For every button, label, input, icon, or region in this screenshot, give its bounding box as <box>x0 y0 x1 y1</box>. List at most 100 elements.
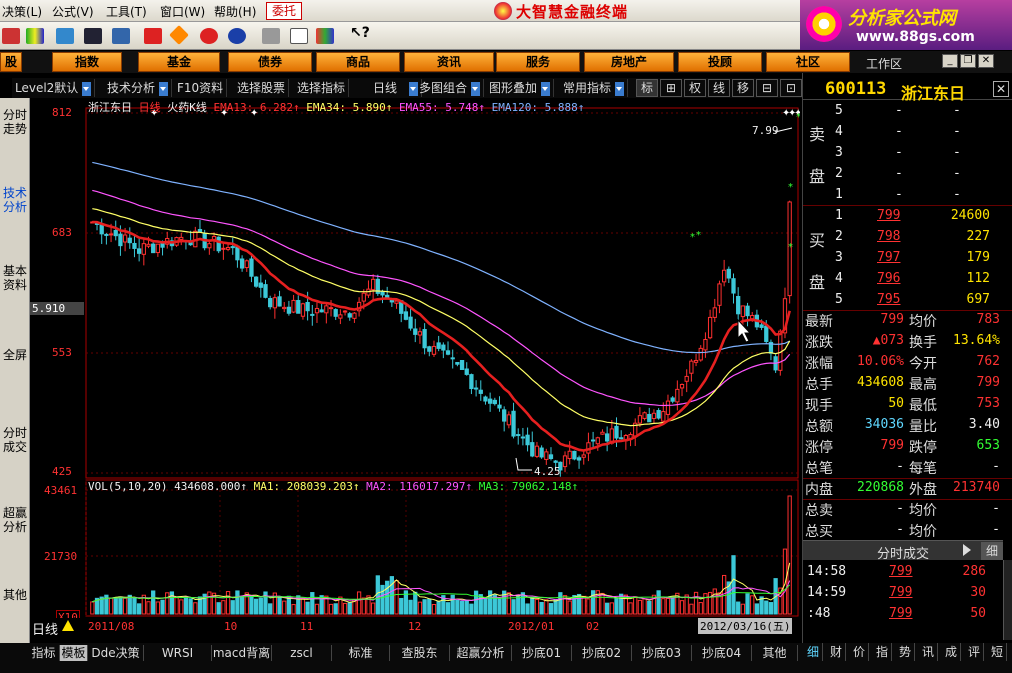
tab-other[interactable]: 其他 <box>2 588 28 602</box>
tab-service[interactable]: 服务 <box>496 52 580 72</box>
tab-dde[interactable]: Dde决策 <box>88 645 144 661</box>
tab-zscl[interactable]: zscl <box>272 645 332 661</box>
print-icon[interactable] <box>262 28 280 44</box>
tab-standard[interactable]: 标准 <box>332 645 390 661</box>
tick-scrollbar[interactable] <box>1003 560 1012 640</box>
menu-help[interactable]: 帮助(H) <box>214 3 256 20</box>
volume-header: VOL(5,10,20) 434608.000↑ MA1: 208039.203… <box>88 480 578 493</box>
tab-bottom03[interactable]: 抄底03 <box>632 645 692 661</box>
grid-button[interactable]: ⊞ <box>660 79 682 97</box>
common-indicator-button[interactable]: 常用指标 <box>560 79 629 97</box>
restore-icon[interactable]: ❐ <box>960 54 976 68</box>
menu-formula[interactable]: 公式(V) <box>52 3 94 20</box>
candle-body <box>352 312 357 319</box>
tab-tick-trades[interactable]: 分时成交 <box>2 426 28 454</box>
quote-tab[interactable]: 评 <box>965 643 984 661</box>
detail-button[interactable]: 细 <box>981 542 1003 560</box>
quote-tab[interactable]: 价 <box>850 643 869 661</box>
monitor-icon[interactable] <box>56 28 74 44</box>
quote-tab[interactable]: 短 <box>988 643 1007 661</box>
quote-tab[interactable]: 指 <box>873 643 892 661</box>
candle-body <box>483 396 488 402</box>
tab-news[interactable]: 资讯 <box>404 52 494 72</box>
link-red-icon[interactable] <box>200 28 218 44</box>
window-icon[interactable] <box>290 28 308 44</box>
dropdown-icon[interactable] <box>541 81 551 96</box>
play-arrow-icon[interactable] <box>963 544 971 556</box>
dropdown-icon[interactable] <box>615 81 625 96</box>
dropdown-icon[interactable] <box>471 81 481 96</box>
tab-stock[interactable]: 股 <box>0 52 22 72</box>
tab-other-bottom[interactable]: 其他 <box>752 645 798 661</box>
color-bars-icon[interactable] <box>26 28 44 44</box>
tab-bond[interactable]: 债券 <box>228 52 312 72</box>
sell-price: - <box>895 103 903 118</box>
tab-fullscreen[interactable]: 全屏 <box>2 348 28 362</box>
dropdown-icon[interactable] <box>82 81 92 96</box>
tab-fundamentals[interactable]: 基本资料 <box>2 264 28 292</box>
tab-super-analysis[interactable]: 超赢分析 <box>2 506 28 534</box>
tab-indicator[interactable]: 指标 <box>28 645 60 661</box>
rights-button[interactable]: 权 <box>684 79 706 97</box>
entrust-button[interactable]: 委托 <box>266 2 302 20</box>
volume-bar <box>754 603 760 615</box>
menu-decision[interactable]: 决策(L) <box>2 3 42 20</box>
link-blue-icon[interactable] <box>228 28 246 44</box>
red-flag-icon[interactable] <box>2 28 20 44</box>
close-icon[interactable]: ✕ <box>978 54 994 68</box>
warning-triangle-icon[interactable] <box>62 620 74 631</box>
candle-body <box>413 328 418 335</box>
tab-real-estate[interactable]: 房地产 <box>584 52 674 72</box>
chart-area[interactable]: ✦✦✦✦✦✦***** 812 683 553 425 5.910 43461 … <box>30 98 800 638</box>
binoculars-icon[interactable] <box>84 28 102 44</box>
tab-wrsi[interactable]: WRSI <box>144 645 212 661</box>
select-indicator-button[interactable]: 选择指标 <box>294 79 350 97</box>
tab-bottom02[interactable]: 抄底02 <box>572 645 632 661</box>
diamond-icon[interactable] <box>169 25 189 45</box>
tab-community[interactable]: 社区 <box>766 52 850 72</box>
tab-macd[interactable]: macd背离 <box>212 645 272 661</box>
dropdown-icon[interactable] <box>159 81 169 96</box>
multi-chart-button[interactable]: 多图组合 <box>416 79 485 97</box>
candle-body <box>722 269 727 283</box>
quote-tab[interactable]: 细 <box>804 643 823 661</box>
tab-fund[interactable]: 基金 <box>138 52 220 72</box>
select-stock-button[interactable]: 选择股票 <box>234 79 290 97</box>
volume-bar <box>712 588 717 615</box>
help-cursor-icon[interactable]: ↖? <box>350 25 370 41</box>
tab-technical[interactable]: 技术分析 <box>2 186 28 214</box>
volume-bar <box>122 597 128 615</box>
tab-commodity[interactable]: 商品 <box>316 52 400 72</box>
megaphone-icon[interactable] <box>112 28 130 44</box>
quote-tab[interactable]: 成 <box>942 643 961 661</box>
tab-template[interactable]: 模板 <box>60 645 88 661</box>
quote-tab[interactable]: 讯 <box>919 643 938 661</box>
tab-advisor[interactable]: 投顾 <box>678 52 762 72</box>
tab-shareholders[interactable]: 查股东 <box>390 645 450 661</box>
tab-intraday[interactable]: 分时走势 <box>2 108 28 136</box>
tab-bottom04[interactable]: 抄底04 <box>692 645 752 661</box>
period-select[interactable]: 日线 <box>362 79 423 97</box>
close-icon[interactable]: ✕ <box>993 81 1009 97</box>
mark-button[interactable]: 标 <box>636 79 658 97</box>
overlay-button[interactable]: 图形叠加 <box>486 79 555 97</box>
quote-tab[interactable]: 势 <box>896 643 915 661</box>
menu-window[interactable]: 窗口(W) <box>160 3 205 20</box>
move-button[interactable]: 移 <box>732 79 754 97</box>
candle-body <box>108 233 114 236</box>
tab-index[interactable]: 指数 <box>52 52 122 72</box>
minimize-pane-button[interactable]: ⊟ <box>756 79 778 97</box>
books-icon[interactable] <box>316 28 334 44</box>
f10-button[interactable]: F10资料 <box>174 79 228 97</box>
kline-chart[interactable]: ✦✦✦✦✦✦***** <box>30 98 800 633</box>
menu-tools[interactable]: 工具(T) <box>106 3 147 20</box>
quote-tab[interactable]: 财 <box>827 643 846 661</box>
level2-default-button[interactable]: Level2默认 <box>12 79 96 97</box>
line-button[interactable]: 线 <box>708 79 730 97</box>
tab-super-analysis-bottom[interactable]: 超赢分析 <box>450 645 512 661</box>
alert-icon[interactable] <box>144 28 162 44</box>
tab-bottom01[interactable]: 抄底01 <box>512 645 572 661</box>
tech-analysis-button[interactable]: 技术分析 <box>104 79 173 97</box>
maximize-pane-button[interactable]: ⊡ <box>780 79 802 97</box>
minimize-icon[interactable]: _ <box>942 54 958 68</box>
